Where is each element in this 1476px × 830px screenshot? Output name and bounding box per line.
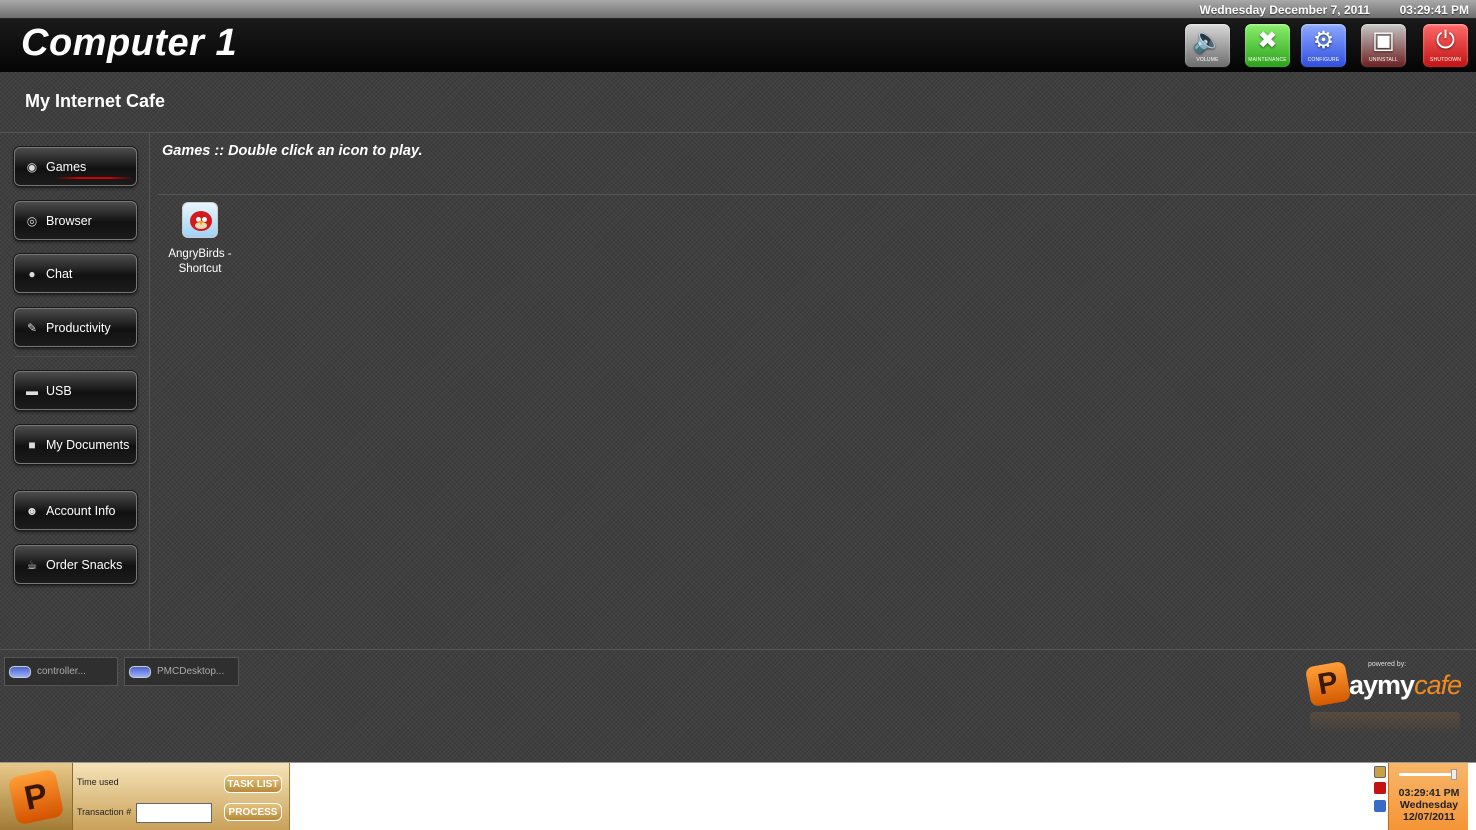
top-status-strip: Wednesday December 7, 2011 03:29:41 PM	[0, 0, 1476, 19]
cafe-name: My Internet Cafe	[25, 91, 166, 111]
transaction-label: Transaction #	[77, 807, 132, 817]
process-button[interactable]: PROCESS	[224, 803, 282, 821]
active-indicator	[55, 177, 133, 179]
wrench-icon: ✖	[1257, 27, 1278, 54]
maintenance-label: MAINTENANCE	[1248, 57, 1287, 63]
header-bar: Computer 1 🔈 VOLUME ✖ MAINTENANCE ⚙ CONF…	[0, 19, 1476, 72]
time-used-label: Time used	[77, 777, 119, 787]
sidebar-item-games[interactable]: ◉ Games	[14, 147, 137, 186]
sidebar-item-order-snacks[interactable]: ☕ Order Snacks	[14, 545, 137, 584]
settings-tray-icon[interactable]	[1374, 766, 1386, 778]
desktop-background	[0, 0, 1476, 762]
shutdown-button[interactable]: ⏻ SHUTDOWN	[1422, 23, 1469, 68]
sidebar-item-label: Productivity	[46, 320, 111, 335]
paymycafe-logo-text: aymycafe	[1349, 670, 1462, 701]
configure-button[interactable]: ⚙ CONFIGURE	[1300, 23, 1347, 68]
sidebar-item-label: Chat	[46, 266, 73, 281]
sidebar-item-browser[interactable]: ◎ Browser	[14, 201, 137, 240]
user-icon: ☻	[25, 503, 39, 518]
task-list-button[interactable]: TASK LIST	[224, 775, 282, 793]
content-divider	[158, 194, 1476, 195]
uninstall-button[interactable]: ▣ UNINSTALL	[1360, 23, 1407, 68]
angry-birds-shortcut[interactable]: AngryBirds - Shortcut	[165, 202, 235, 277]
shortcut-label: AngryBirds - Shortcut	[168, 248, 232, 275]
power-icon: ⏻	[1436, 27, 1455, 54]
volume-slider-track[interactable]	[1399, 773, 1455, 776]
clock-date: 12/07/2011	[1403, 811, 1455, 823]
volume-label: VOLUME	[1196, 57, 1219, 63]
bottom-bar: P Time used Transaction # TASK LIST PROC…	[0, 762, 1476, 830]
session-panel: P Time used Transaction # TASK LIST PROC…	[0, 763, 290, 830]
paymycafe-logo-icon: P	[1304, 660, 1352, 708]
folder-icon: ■	[28, 437, 36, 452]
usb-drive-icon: ▬	[26, 383, 38, 398]
powered-by-text: powered by:	[1368, 661, 1407, 668]
logo-reflection	[1310, 712, 1460, 734]
transaction-input[interactable]	[136, 803, 212, 823]
games-icon: ◉	[26, 159, 38, 174]
shutdown-label: SHUTDOWN	[1429, 57, 1462, 63]
maintenance-button[interactable]: ✖ MAINTENANCE	[1244, 23, 1291, 68]
logo-text-main: aymy	[1349, 670, 1415, 700]
clock-time: 03:29:41 PM	[1398, 787, 1460, 799]
globe-icon: ◎	[26, 213, 38, 228]
taskbar-item-label: PMCDesktop...	[157, 666, 225, 677]
paymycafe-small-logo: P	[0, 763, 73, 830]
document-edit-icon: ✎	[26, 320, 38, 335]
uninstall-label: UNINSTALL	[1369, 57, 1398, 63]
sidebar-item-my-documents[interactable]: ■ My Documents	[14, 425, 137, 464]
sidebar-item-account-info[interactable]: ☻ Account Info	[14, 491, 137, 530]
angry-birds-icon	[182, 202, 218, 238]
sidebar-item-label: Order Snacks	[46, 557, 123, 572]
top-time: 03:29:41 PM	[1399, 3, 1469, 17]
top-date: Wednesday December 7, 2011	[1199, 3, 1370, 17]
sidebar-divider	[149, 133, 150, 649]
logo-text-cafe: cafe	[1414, 670, 1462, 700]
taskbar-item-controller[interactable]: controller...	[4, 657, 118, 686]
app-window-icon	[129, 665, 151, 678]
sidebar-item-label: USB	[46, 383, 72, 398]
clock-panel: 03:29:41 PM Wednesday 12/07/2011	[1388, 763, 1468, 830]
computer-title: Computer 1	[21, 22, 238, 64]
paymycafe-logo-icon: P	[7, 768, 65, 826]
sidebar-item-label: Account Info	[46, 503, 116, 518]
sidebar-separator	[14, 356, 137, 357]
shield-tray-icon[interactable]	[1374, 782, 1386, 794]
sidebar-item-productivity[interactable]: ✎ Productivity	[14, 308, 137, 347]
uninstall-icon: ▣	[1372, 27, 1395, 54]
sidebar-item-label: Games	[46, 159, 87, 174]
drink-cup-icon: ☕	[26, 557, 38, 572]
network-tray-icon[interactable]	[1374, 800, 1386, 812]
volume-icon: 🔈	[1192, 27, 1223, 54]
sidebar-item-label: My Documents	[46, 437, 130, 452]
clock-day: Wednesday	[1399, 799, 1459, 811]
gears-icon: ⚙	[1312, 27, 1335, 54]
sidebar-item-usb[interactable]: ▬ USB	[14, 371, 137, 410]
content-title: Games :: Double click an icon to play.	[162, 143, 423, 159]
volume-slider-handle[interactable]	[1451, 769, 1457, 780]
sidebar-item-chat[interactable]: ● Chat	[14, 254, 137, 293]
footer-divider	[0, 649, 1476, 650]
taskbar-item-pmcdesktop[interactable]: PMCDesktop...	[124, 657, 239, 686]
configure-label: CONFIGURE	[1307, 57, 1340, 63]
chat-bubble-icon: ●	[28, 266, 36, 281]
taskbar-item-label: controller...	[37, 666, 86, 677]
divider	[0, 132, 1476, 133]
volume-button[interactable]: 🔈 VOLUME	[1184, 23, 1231, 68]
sidebar-item-label: Browser	[46, 213, 92, 228]
app-window-icon	[9, 665, 31, 678]
